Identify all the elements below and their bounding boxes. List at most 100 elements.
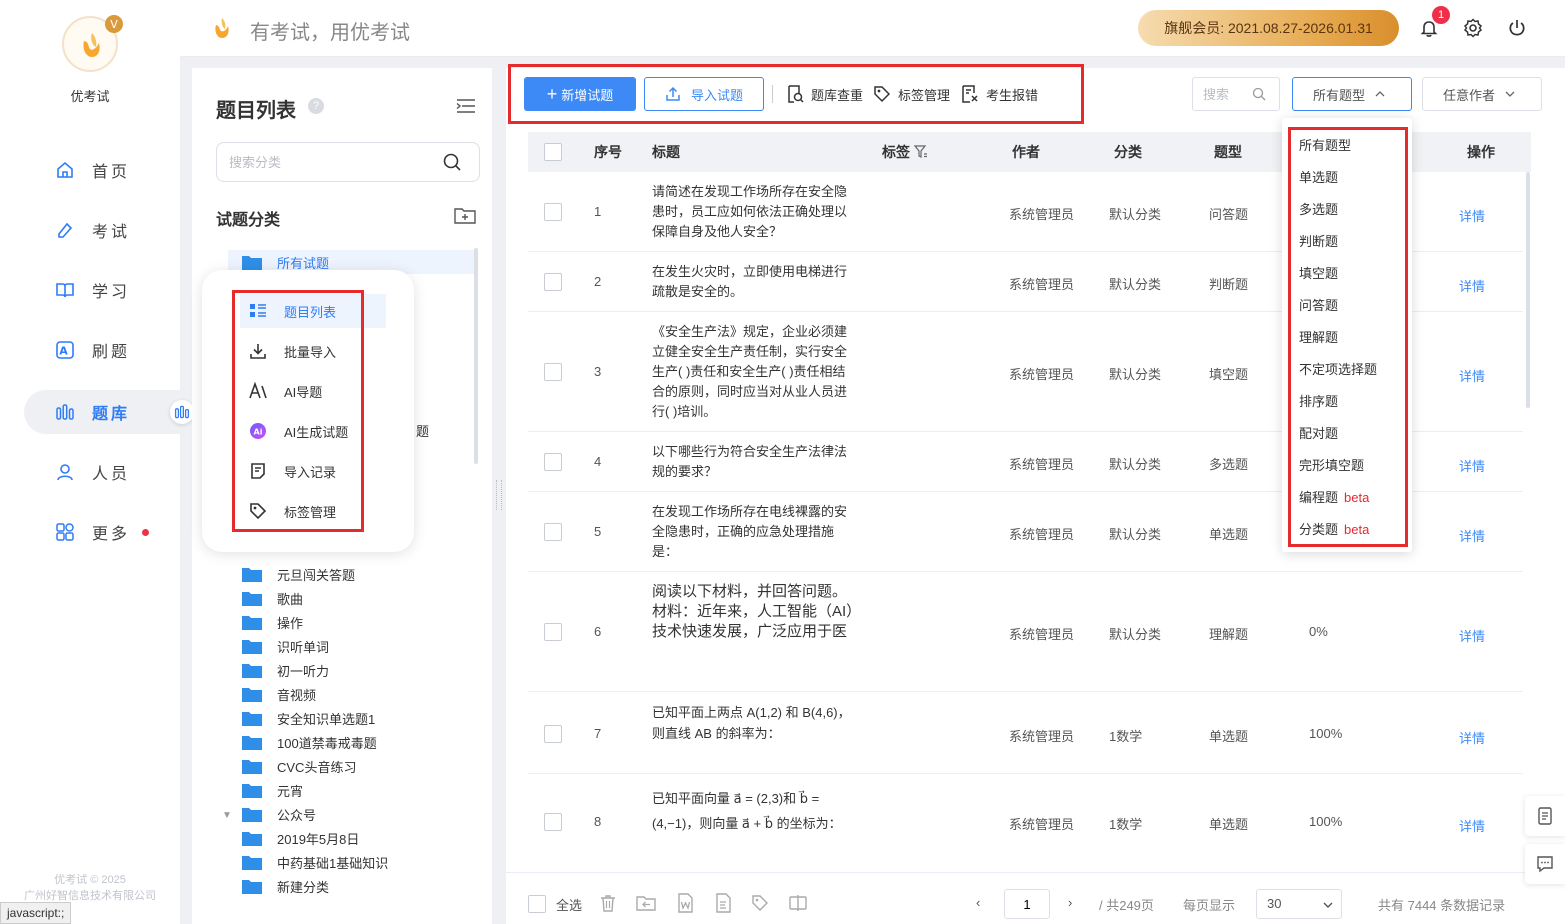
row-author: 系统管理员 bbox=[1009, 277, 1075, 292]
gear-icon[interactable] bbox=[1461, 16, 1485, 40]
move-folder-icon[interactable] bbox=[636, 893, 656, 913]
nav-home-label: 首页 bbox=[92, 164, 131, 181]
side-chat-button[interactable] bbox=[1525, 844, 1565, 884]
tree-item[interactable]: 公众号 bbox=[242, 802, 316, 826]
nav-users-label: 人员 bbox=[92, 466, 131, 483]
export-excel-icon[interactable] bbox=[713, 893, 733, 913]
search-icon[interactable] bbox=[1252, 87, 1266, 101]
table-scrollbar[interactable] bbox=[1526, 172, 1530, 408]
nav-question-bank[interactable]: 题库 bbox=[24, 390, 180, 434]
vip-membership-badge[interactable]: 旗舰会员: 2021.08.27-2026.01.31 bbox=[1138, 10, 1399, 46]
row-checkbox[interactable] bbox=[544, 813, 562, 831]
tree-item[interactable]: 歌曲 bbox=[242, 586, 303, 610]
folder-icon bbox=[242, 640, 262, 654]
nav-more[interactable]: 更多 bbox=[24, 510, 180, 554]
tree-item[interactable]: 安全知识单选题1 bbox=[242, 706, 375, 730]
nav-practice[interactable]: A 刷题 bbox=[24, 328, 180, 372]
tree-item[interactable]: 100道禁毒戒毒题 bbox=[242, 730, 377, 754]
row-detail-link[interactable]: 详情 bbox=[1459, 816, 1485, 835]
float-question-bank-icon[interactable] bbox=[170, 400, 194, 424]
question-search-input[interactable] bbox=[1192, 77, 1280, 111]
row-checkbox[interactable] bbox=[544, 273, 562, 291]
tree-item[interactable]: 操作 bbox=[242, 610, 303, 634]
nav-home[interactable]: 首页 bbox=[24, 148, 180, 192]
row-detail-link[interactable]: 详情 bbox=[1459, 526, 1485, 545]
type-filter-select[interactable]: 所有题型 bbox=[1292, 77, 1412, 111]
row-title[interactable]: 请简述在发现工作场所存在安全隐患时，员工应如何依法正确处理以保障自身及他人安全？ bbox=[652, 182, 857, 242]
row-title[interactable]: 已知平面上两点 A(1,2) 和 B(4,6)，则直线 AB 的斜率为： bbox=[652, 702, 857, 744]
folder-icon bbox=[242, 568, 262, 582]
row-correct-rate: 0% bbox=[1309, 624, 1328, 639]
row-category: 默认分类 bbox=[1109, 527, 1162, 542]
row-checkbox[interactable] bbox=[544, 363, 562, 381]
tree-item[interactable]: 新建分类 bbox=[242, 874, 329, 898]
tree-item[interactable]: 元旦闯关答题 bbox=[242, 562, 355, 586]
chevron-down-icon bbox=[1505, 91, 1515, 97]
power-icon[interactable] bbox=[1505, 16, 1529, 40]
tree-item[interactable]: 2019年5月8日 bbox=[242, 826, 359, 850]
row-author: 系统管理员 bbox=[1009, 627, 1075, 642]
row-checkbox[interactable] bbox=[544, 203, 562, 221]
delete-icon[interactable] bbox=[598, 893, 618, 913]
row-checkbox[interactable] bbox=[544, 523, 562, 541]
select-all-label[interactable]: 全选 bbox=[556, 895, 582, 914]
batch-tag-icon[interactable] bbox=[750, 893, 770, 913]
exam-icon bbox=[54, 219, 76, 241]
tree-scrollbar[interactable] bbox=[474, 248, 478, 464]
author-filter-select[interactable]: 任意作者 bbox=[1422, 77, 1542, 111]
page-size-select[interactable]: 30 bbox=[1256, 889, 1342, 919]
row-title[interactable]: 在发现工作场所存在电线裸露的安全隐患时，正确的应急处理措施是： bbox=[652, 502, 857, 562]
row-detail-link[interactable]: 详情 bbox=[1459, 276, 1485, 295]
folder-icon bbox=[242, 856, 262, 870]
tree-item[interactable]: 中药基础1基础知识 bbox=[242, 850, 388, 874]
row-title[interactable]: 在发生火灾时，立即使用电梯进行疏散是安全的。 bbox=[652, 262, 857, 302]
tree-item[interactable]: 识听单词 bbox=[242, 634, 329, 658]
panel-resize-handle[interactable] bbox=[496, 480, 502, 510]
top-header: 有考试，用优考试 旗舰会员: 2021.08.27-2026.01.31 1 bbox=[180, 0, 1565, 57]
row-checkbox[interactable] bbox=[544, 453, 562, 471]
app-logo[interactable]: V bbox=[62, 15, 123, 72]
caret-down-icon[interactable]: ▼ bbox=[222, 810, 232, 821]
collapse-menu-icon[interactable] bbox=[456, 98, 476, 114]
row-detail-link[interactable]: 详情 bbox=[1459, 366, 1485, 385]
nav-more-label: 更多 bbox=[92, 526, 131, 543]
row-type: 多选题 bbox=[1209, 457, 1249, 472]
nav-users[interactable]: 人员 bbox=[24, 450, 180, 494]
tree-partial-label: 题 bbox=[416, 424, 430, 439]
tree-item[interactable]: 初一听力 bbox=[242, 658, 329, 682]
select-all-checkbox[interactable] bbox=[528, 895, 546, 913]
row-title[interactable]: 阅读以下材料，并回答问题。材料：近年来，人工智能（AI）技术快速发展，广泛应用于… bbox=[652, 582, 857, 682]
row-title[interactable]: 已知平面向量 a⃗ = (2,3)和 b⃗ = (4,−1)，则向量 a⃗ + … bbox=[652, 786, 857, 836]
nav-study[interactable]: 学习 bbox=[24, 268, 180, 312]
tree-item[interactable]: CVC头音练习 bbox=[242, 754, 356, 778]
prev-page-icon[interactable]: ‹ bbox=[976, 895, 980, 910]
row-detail-link[interactable]: 详情 bbox=[1459, 206, 1485, 225]
nav-exam[interactable]: 考试 bbox=[24, 208, 180, 252]
category-search-input[interactable] bbox=[216, 142, 480, 182]
row-checkbox[interactable] bbox=[544, 623, 562, 641]
question-bank-icon bbox=[54, 401, 76, 423]
row-detail-link[interactable]: 详情 bbox=[1459, 456, 1485, 475]
export-word-icon[interactable] bbox=[675, 893, 695, 913]
tree-item[interactable]: 元宵 bbox=[242, 778, 303, 802]
page-number-input[interactable] bbox=[1004, 889, 1050, 919]
search-icon[interactable] bbox=[442, 152, 462, 172]
help-icon[interactable]: ? bbox=[308, 98, 324, 114]
user-icon bbox=[54, 461, 76, 483]
row-category: 1数学 bbox=[1109, 729, 1143, 744]
batch-edit-icon[interactable] bbox=[788, 893, 808, 913]
folder-icon bbox=[242, 736, 262, 750]
row-index: 6 bbox=[594, 624, 602, 639]
add-folder-icon[interactable] bbox=[454, 206, 476, 224]
row-title[interactable]: 以下哪些行为符合安全生产法律法规的要求？ bbox=[652, 442, 857, 482]
row-title[interactable]: 《安全生产法》规定，企业必须建立健全安全生产责任制，实行安全生产( )责任和安全… bbox=[652, 322, 857, 422]
row-detail-link[interactable]: 详情 bbox=[1459, 626, 1485, 645]
row-detail-link[interactable]: 详情 bbox=[1459, 728, 1485, 747]
next-page-icon[interactable]: › bbox=[1068, 895, 1072, 910]
column-header-index: 序号 bbox=[594, 144, 622, 160]
tree-item[interactable]: 音视频 bbox=[242, 682, 316, 706]
row-checkbox[interactable] bbox=[544, 725, 562, 743]
side-notes-button[interactable] bbox=[1525, 796, 1565, 836]
select-all-checkbox-header[interactable] bbox=[544, 143, 562, 161]
filter-icon[interactable] bbox=[914, 145, 928, 159]
